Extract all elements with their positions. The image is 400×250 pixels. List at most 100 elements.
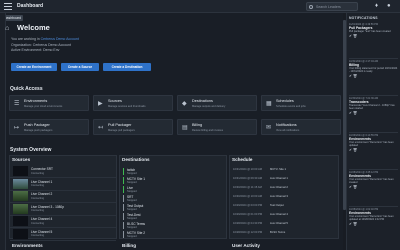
- notification-item: 10/30/2024 @ 7:21:36 AM Transcoders Transc…: [349, 97, 398, 115]
- home-icon[interactable]: ⌂: [5, 25, 9, 32]
- source-row[interactable]: Connector SRT Connecting: [10, 165, 116, 178]
- notification-actions[interactable]: ✔ 🗑: [349, 111, 398, 115]
- notification-divider: [349, 169, 398, 170]
- quick-access-card[interactable]: ↤ Pull Packager Manage pull packagers: [93, 119, 173, 135]
- source-thumbnail: [13, 178, 28, 189]
- destination-row[interactable]: MCTV Site 2 Stopped: [120, 230, 226, 240]
- schedule-name: Live Channel 1: [270, 177, 288, 180]
- quick-access-card[interactable]: ↦ Push Packager Manage push packagers: [9, 119, 89, 135]
- notification-body: Transcoder "Live Channel 2 - 1080p" has …: [349, 104, 395, 110]
- search-icon: [309, 4, 313, 9]
- schedule-time: 10/31/2024 @ 09:30 AM: [233, 177, 263, 180]
- source-name: Live Channel 2: [31, 192, 53, 196]
- notification-divider: [349, 206, 398, 207]
- schedule-row[interactable]: 10/30/2024 @ 10:00 AM Live Channel 3: [230, 193, 338, 202]
- user-activity-widget-title: User Activity: [232, 243, 260, 248]
- notification-divider: [349, 95, 398, 96]
- notifications-title: NOTIFICATIONS: [349, 16, 378, 20]
- quick-access-card[interactable]: ▦ Schedules Schedule events and jobs: [261, 95, 341, 111]
- destination-status-bar: [123, 231, 124, 238]
- card-title: Notifications: [276, 123, 297, 127]
- source-name: Live Channel 4: [31, 217, 53, 221]
- card-subtitle: Review billing and invoices: [192, 128, 223, 132]
- schedule-time: 10/29/2024 @ 03:00 PM: [233, 204, 263, 207]
- card-title: Push Packager: [24, 123, 50, 127]
- notification-body: Your environment "Demo Env" has been cre…: [349, 178, 394, 184]
- card-title: Destinations: [192, 99, 213, 103]
- quick-access-card[interactable]: ✉ Notifications View all notifications: [261, 119, 341, 135]
- card-icon: ◆: [182, 101, 187, 107]
- schedule-time: 10/28/2024 @ 12:00 PM: [233, 231, 263, 234]
- user-icon[interactable]: ●: [387, 3, 391, 9]
- card-subtitle: Manage push packagers: [24, 128, 53, 132]
- hamburger-menu-icon[interactable]: [4, 3, 12, 10]
- schedule-title: Schedule: [232, 157, 253, 162]
- destination-status-bar: [123, 168, 124, 175]
- schedule-time: 10/31/2024 @ 10:00 AM: [233, 168, 263, 171]
- quick-access-card[interactable]: ☰ Environments Manage your cloud environme…: [9, 95, 89, 111]
- card-subtitle: View all notifications: [276, 128, 300, 132]
- schedule-row[interactable]: 10/28/2024 @ 12:00 PM BI-SC Terms: [230, 229, 338, 238]
- schedule-time: 10/30/2024 @ 10:00 AM: [233, 195, 263, 198]
- source-row[interactable]: Live Channel 2 Connecting: [10, 190, 116, 203]
- destination-status: Stopped: [127, 172, 137, 175]
- schedule-row[interactable]: 10/28/2024 @ 04:30 PM Live Channel 5: [230, 220, 338, 229]
- notification-actions[interactable]: ✔ 🗑: [349, 222, 398, 226]
- destination-status-bar: [123, 213, 124, 220]
- bell-icon[interactable]: ♦: [375, 3, 378, 9]
- source-row[interactable]: Live Channel 4 Connecting: [10, 215, 116, 228]
- source-row[interactable]: Live Channel 5 Connecting: [10, 228, 116, 241]
- quick-access-title: Quick Access: [10, 86, 43, 92]
- source-thumbnail: [13, 216, 28, 226]
- source-name: Connector SRT: [31, 167, 53, 171]
- source-name: Live Channel 3 - 1080p: [31, 204, 64, 209]
- quick-access-card[interactable]: ◆ Destinations Manage outputs and delivery: [177, 95, 257, 111]
- schedule-name: BI-SC Terms: [270, 231, 286, 234]
- schedule-time: 10/28/2024 @ 04:30 PM: [233, 222, 263, 225]
- schedule-name: Live Channel 2: [270, 186, 288, 189]
- schedule-row[interactable]: 10/30/2024 @ 11:15 AM Live Channel 2: [230, 184, 338, 193]
- notification-divider: [349, 58, 398, 59]
- schedule-row[interactable]: 10/29/2024 @ 03:00 PM Test Output: [230, 202, 338, 211]
- source-status: Connecting: [31, 234, 45, 237]
- app-title: Dashboard: [17, 3, 44, 9]
- schedule-row[interactable]: 10/31/2024 @ 09:30 AM Live Channel 1: [230, 175, 338, 184]
- card-icon: ✉: [266, 125, 272, 131]
- destination-status: Stopped: [127, 181, 137, 184]
- notification-actions[interactable]: ✔ 🗑: [349, 34, 398, 38]
- source-row[interactable]: Live Channel 3 - 1080p Connecting: [10, 203, 116, 216]
- create-source-button[interactable]: Create a Source: [61, 63, 99, 71]
- quick-access-card[interactable]: ▶ Sources Manage sources and thumbnails: [93, 95, 173, 111]
- source-row[interactable]: Live Channel 1 Connecting: [10, 178, 116, 191]
- card-title: Pull Packager: [108, 123, 132, 127]
- quick-access-card[interactable]: ▤ Billing Review billing and invoices: [177, 119, 257, 135]
- destination-status: Stopped: [127, 226, 137, 229]
- card-title: Environments: [24, 99, 48, 103]
- card-icon: ☰: [14, 101, 20, 107]
- notification-item: 10/28/2024 @ 1:02:40 PM Environments Your …: [349, 208, 398, 226]
- account-link[interactable]: Cerberus Demo Account: [41, 37, 79, 41]
- schedule-row[interactable]: 10/29/2024 @ 01:00 PM Live Channel 4: [230, 211, 338, 220]
- card-subtitle: Manage sources and thumbnails: [108, 104, 146, 108]
- create-destination-button[interactable]: Create a Destination: [103, 63, 151, 71]
- card-subtitle: Manage your cloud environments: [24, 104, 63, 108]
- card-icon: ▦: [266, 101, 272, 107]
- card-title: Schedules: [276, 99, 294, 103]
- destination-status-bar: [123, 177, 124, 184]
- schedule-name: Live Channel 4: [270, 213, 288, 216]
- card-subtitle: Manage outputs and delivery: [192, 104, 226, 108]
- notification-actions[interactable]: ✔ 🗑: [349, 74, 398, 78]
- destination-status: Stopped: [127, 217, 137, 220]
- create-environment-button[interactable]: Create an Environment: [11, 63, 57, 71]
- source-status: Connecting: [31, 196, 45, 200]
- destination-status: Stopped: [127, 235, 137, 238]
- search-input[interactable]: Search Leaders: [306, 2, 358, 11]
- schedule-row[interactable]: 10/31/2024 @ 10:00 AM MCTV- Site 1: [230, 166, 338, 175]
- notification-actions[interactable]: ✔ 🗑: [349, 185, 398, 189]
- notification-item: 10/29/2024 @ 6:10:55 PM Environments Your …: [349, 134, 398, 152]
- card-subtitle: Schedule events and jobs: [276, 104, 306, 108]
- schedule-time: 10/29/2024 @ 01:00 PM: [233, 213, 263, 216]
- notification-actions[interactable]: ✔ 🗑: [349, 148, 398, 152]
- source-thumbnail: [13, 166, 28, 176]
- organization-line: Organization: Cerberus Demo Account: [11, 43, 71, 47]
